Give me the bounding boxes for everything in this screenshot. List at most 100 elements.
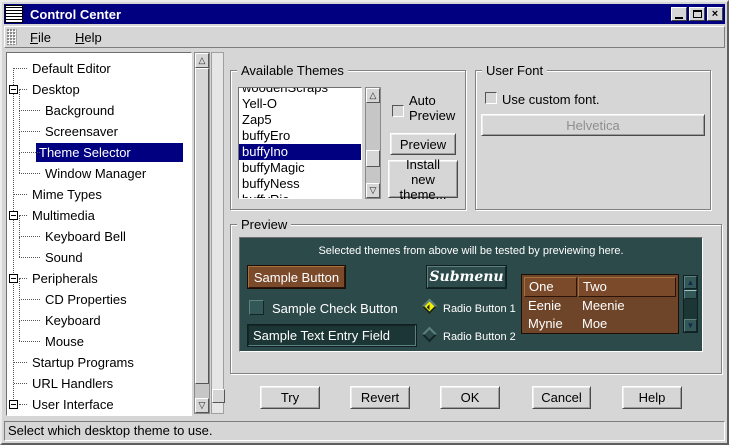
sidebar-scrollbar-thumb[interactable]: [195, 68, 209, 384]
table-cell: Mynie: [524, 315, 578, 333]
scroll-up-icon[interactable]: [195, 53, 209, 68]
radio-button-1[interactable]: [422, 299, 438, 315]
preview-table-body: EenieMeenieMynieMoe: [522, 297, 678, 333]
control-center-window: Control Center × File Help Default Edito…: [0, 0, 729, 445]
theme-preview-panel: Selected themes from above will be teste…: [239, 237, 703, 352]
scroll-up-icon[interactable]: [684, 276, 697, 289]
theme-list-item[interactable]: Yell-O: [239, 96, 361, 112]
minimize-button[interactable]: [671, 7, 687, 21]
auto-preview-checkbox[interactable]: [392, 105, 404, 117]
use-custom-font-checkbox[interactable]: [485, 92, 497, 104]
theme-list-item[interactable]: Zap5: [239, 112, 361, 128]
sidebar-item-multimedia[interactable]: Multimedia: [7, 205, 191, 226]
theme-list-item[interactable]: buffyNess: [239, 176, 361, 192]
maximize-icon: [693, 10, 702, 18]
preview-table-scrollbar-thumb[interactable]: [684, 290, 697, 299]
sidebar-item-mime-types[interactable]: Mime Types: [7, 184, 191, 205]
sidebar-item-default-editor[interactable]: Default Editor: [7, 58, 191, 79]
sample-button[interactable]: Sample Button: [248, 266, 345, 288]
cancel-button[interactable]: Cancel: [532, 386, 591, 409]
tree-expander-icon[interactable]: [9, 85, 18, 94]
preview-table-header-cell[interactable]: One: [524, 277, 577, 297]
tree-item-label: Default Editor: [29, 59, 114, 78]
radio-button-2[interactable]: [422, 327, 438, 343]
preview-table-header-cell[interactable]: Two: [578, 277, 676, 297]
theme-list-scrollbar[interactable]: [365, 87, 381, 199]
tree-item-label: User Interface: [29, 395, 117, 414]
sidebar-item-background[interactable]: Background: [7, 100, 191, 121]
tree-item-label: Multimedia: [29, 206, 98, 225]
table-row[interactable]: EenieMeenie: [522, 297, 678, 315]
radio-button-2-label: Radio Button 2: [443, 331, 516, 343]
try-button[interactable]: Try: [260, 386, 320, 409]
sidebar-item-startup-programs[interactable]: Startup Programs: [7, 352, 191, 373]
sidebar-item-user-interface[interactable]: User Interface: [7, 394, 191, 415]
theme-list-scrollbar-thumb[interactable]: [366, 150, 380, 167]
sidebar-item-cd-properties[interactable]: CD Properties: [7, 289, 191, 310]
tree-item-label: Mime Types: [29, 185, 105, 204]
sidebar-item-theme-selector[interactable]: Theme Selector: [7, 142, 191, 163]
theme-selector-page: Available Themes woodenScrapsYell-OZap5b…: [224, 49, 725, 420]
menubar-drag-handle-icon[interactable]: [7, 29, 17, 45]
main-area: Default Editor DesktopBackgroundScreensav…: [4, 49, 725, 420]
table-cell: Eenie: [524, 297, 578, 315]
minimize-icon: [675, 17, 683, 19]
menu-file[interactable]: File: [23, 27, 58, 48]
theme-list-item[interactable]: woodenScraps: [239, 87, 361, 96]
sidebar-item-keyboard-bell[interactable]: Keyboard Bell: [7, 226, 191, 247]
preview-label: Preview: [237, 217, 291, 232]
preview-table: OneTwo EenieMeenieMynieMoe: [521, 274, 679, 334]
theme-list-item[interactable]: buffyEro: [239, 128, 361, 144]
help-button[interactable]: Help: [622, 386, 682, 409]
tree-expander-icon[interactable]: [9, 400, 18, 409]
tree-item-label: URL Handlers: [29, 374, 116, 393]
tree-item-label: Screensaver: [42, 122, 121, 141]
tree-item-label: Window Manager: [42, 164, 149, 183]
tree-item-label: Desktop: [29, 80, 83, 99]
preview-table-scrollbar[interactable]: [683, 275, 698, 333]
sidebar-item-sound[interactable]: Sound: [7, 247, 191, 268]
tree-expander-icon[interactable]: [9, 211, 18, 220]
sidebar-item-desktop[interactable]: Desktop: [7, 79, 191, 100]
sidebar-item-keyboard[interactable]: Keyboard: [7, 310, 191, 331]
theme-list: woodenScrapsYell-OZap5buffyErobuffyInobu…: [239, 87, 361, 199]
window-controls: ×: [671, 7, 723, 21]
tree-item-label: Peripherals: [29, 269, 101, 288]
tree-expander-icon[interactable]: [9, 274, 18, 283]
close-icon: ×: [712, 9, 718, 20]
ok-button[interactable]: OK: [440, 386, 500, 409]
sidebar-item-peripherals[interactable]: Peripherals: [7, 268, 191, 289]
theme-list-item[interactable]: buffyRio: [239, 192, 361, 199]
preview-table-header: OneTwo: [522, 275, 678, 297]
theme-list-item[interactable]: buffyMagic: [239, 160, 361, 176]
tree-item-label: Mouse: [42, 332, 87, 351]
install-new-theme-button[interactable]: Install new theme...: [388, 160, 458, 198]
font-picker-button: Helvetica: [481, 114, 705, 136]
radio-button-1-label: Radio Button 1: [443, 303, 516, 315]
theme-list-item[interactable]: buffyIno: [239, 144, 361, 160]
sidebar-item-window-manager[interactable]: Window Manager: [7, 163, 191, 184]
scroll-down-icon[interactable]: [684, 319, 697, 332]
sidebar-item-url-handlers[interactable]: URL Handlers: [7, 373, 191, 394]
sidebar-item-screensaver[interactable]: Screensaver: [7, 121, 191, 142]
scroll-down-icon[interactable]: [366, 183, 380, 198]
preview-button[interactable]: Preview: [390, 133, 456, 155]
close-button[interactable]: ×: [707, 7, 723, 21]
sample-checkbox[interactable]: [249, 300, 264, 315]
menu-help[interactable]: Help: [68, 27, 109, 48]
table-cell: Meenie: [578, 297, 676, 315]
preview-group: Preview Selected themes from above will …: [230, 224, 722, 374]
sidebar-item-mouse[interactable]: Mouse: [7, 331, 191, 352]
user-font-label: User Font: [482, 63, 547, 78]
window-menu-icon[interactable]: [5, 5, 23, 23]
tree-item-label: Sound: [42, 248, 86, 267]
sample-text-entry[interactable]: Sample Text Entry Field: [248, 325, 416, 346]
submenu-item[interactable]: Submenu: [427, 266, 506, 288]
scroll-down-icon[interactable]: [195, 398, 209, 413]
table-row[interactable]: MynieMoe: [522, 315, 678, 333]
scroll-up-icon[interactable]: [366, 88, 380, 103]
sidebar-vertical-scrollbar[interactable]: [194, 52, 210, 414]
maximize-button[interactable]: [689, 7, 705, 21]
revert-button[interactable]: Revert: [350, 386, 410, 409]
theme-list-box: woodenScrapsYell-OZap5buffyErobuffyInobu…: [238, 87, 362, 199]
